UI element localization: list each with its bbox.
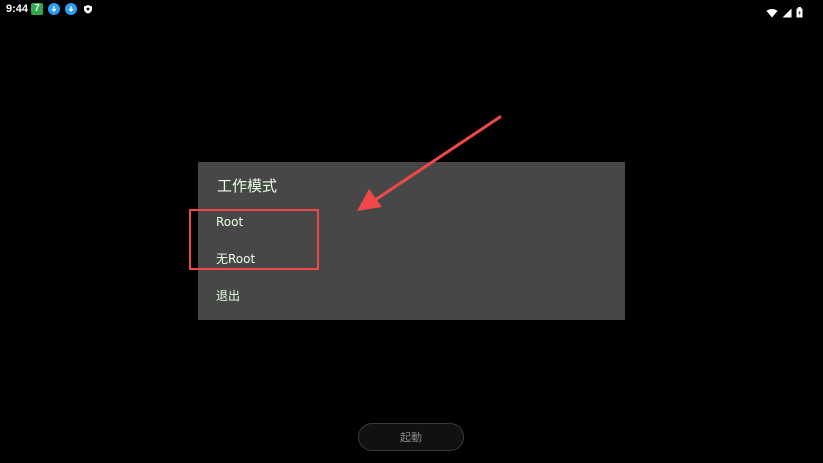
status-time: 9:44 bbox=[6, 3, 29, 15]
notification-icons: 7 bbox=[31, 3, 94, 15]
shield-icon bbox=[82, 3, 94, 15]
seven-app-icon: 7 bbox=[31, 3, 43, 15]
start-button[interactable]: 起動 bbox=[358, 423, 464, 451]
status-bar: 9:44 7 bbox=[0, 0, 823, 20]
download-icon bbox=[48, 3, 60, 15]
download-icon bbox=[65, 3, 77, 15]
signal-icon bbox=[782, 3, 792, 22]
battery-icon bbox=[796, 3, 803, 22]
system-icons bbox=[766, 3, 803, 22]
app-screen: 9:44 7 工作模式 Root 无Root 退出 起動 bbox=[0, 0, 823, 463]
annotation-highlight-box bbox=[189, 209, 319, 270]
dialog-title: 工作模式 bbox=[217, 177, 278, 195]
wifi-icon bbox=[766, 3, 778, 22]
option-exit[interactable]: 退出 bbox=[216, 289, 240, 303]
